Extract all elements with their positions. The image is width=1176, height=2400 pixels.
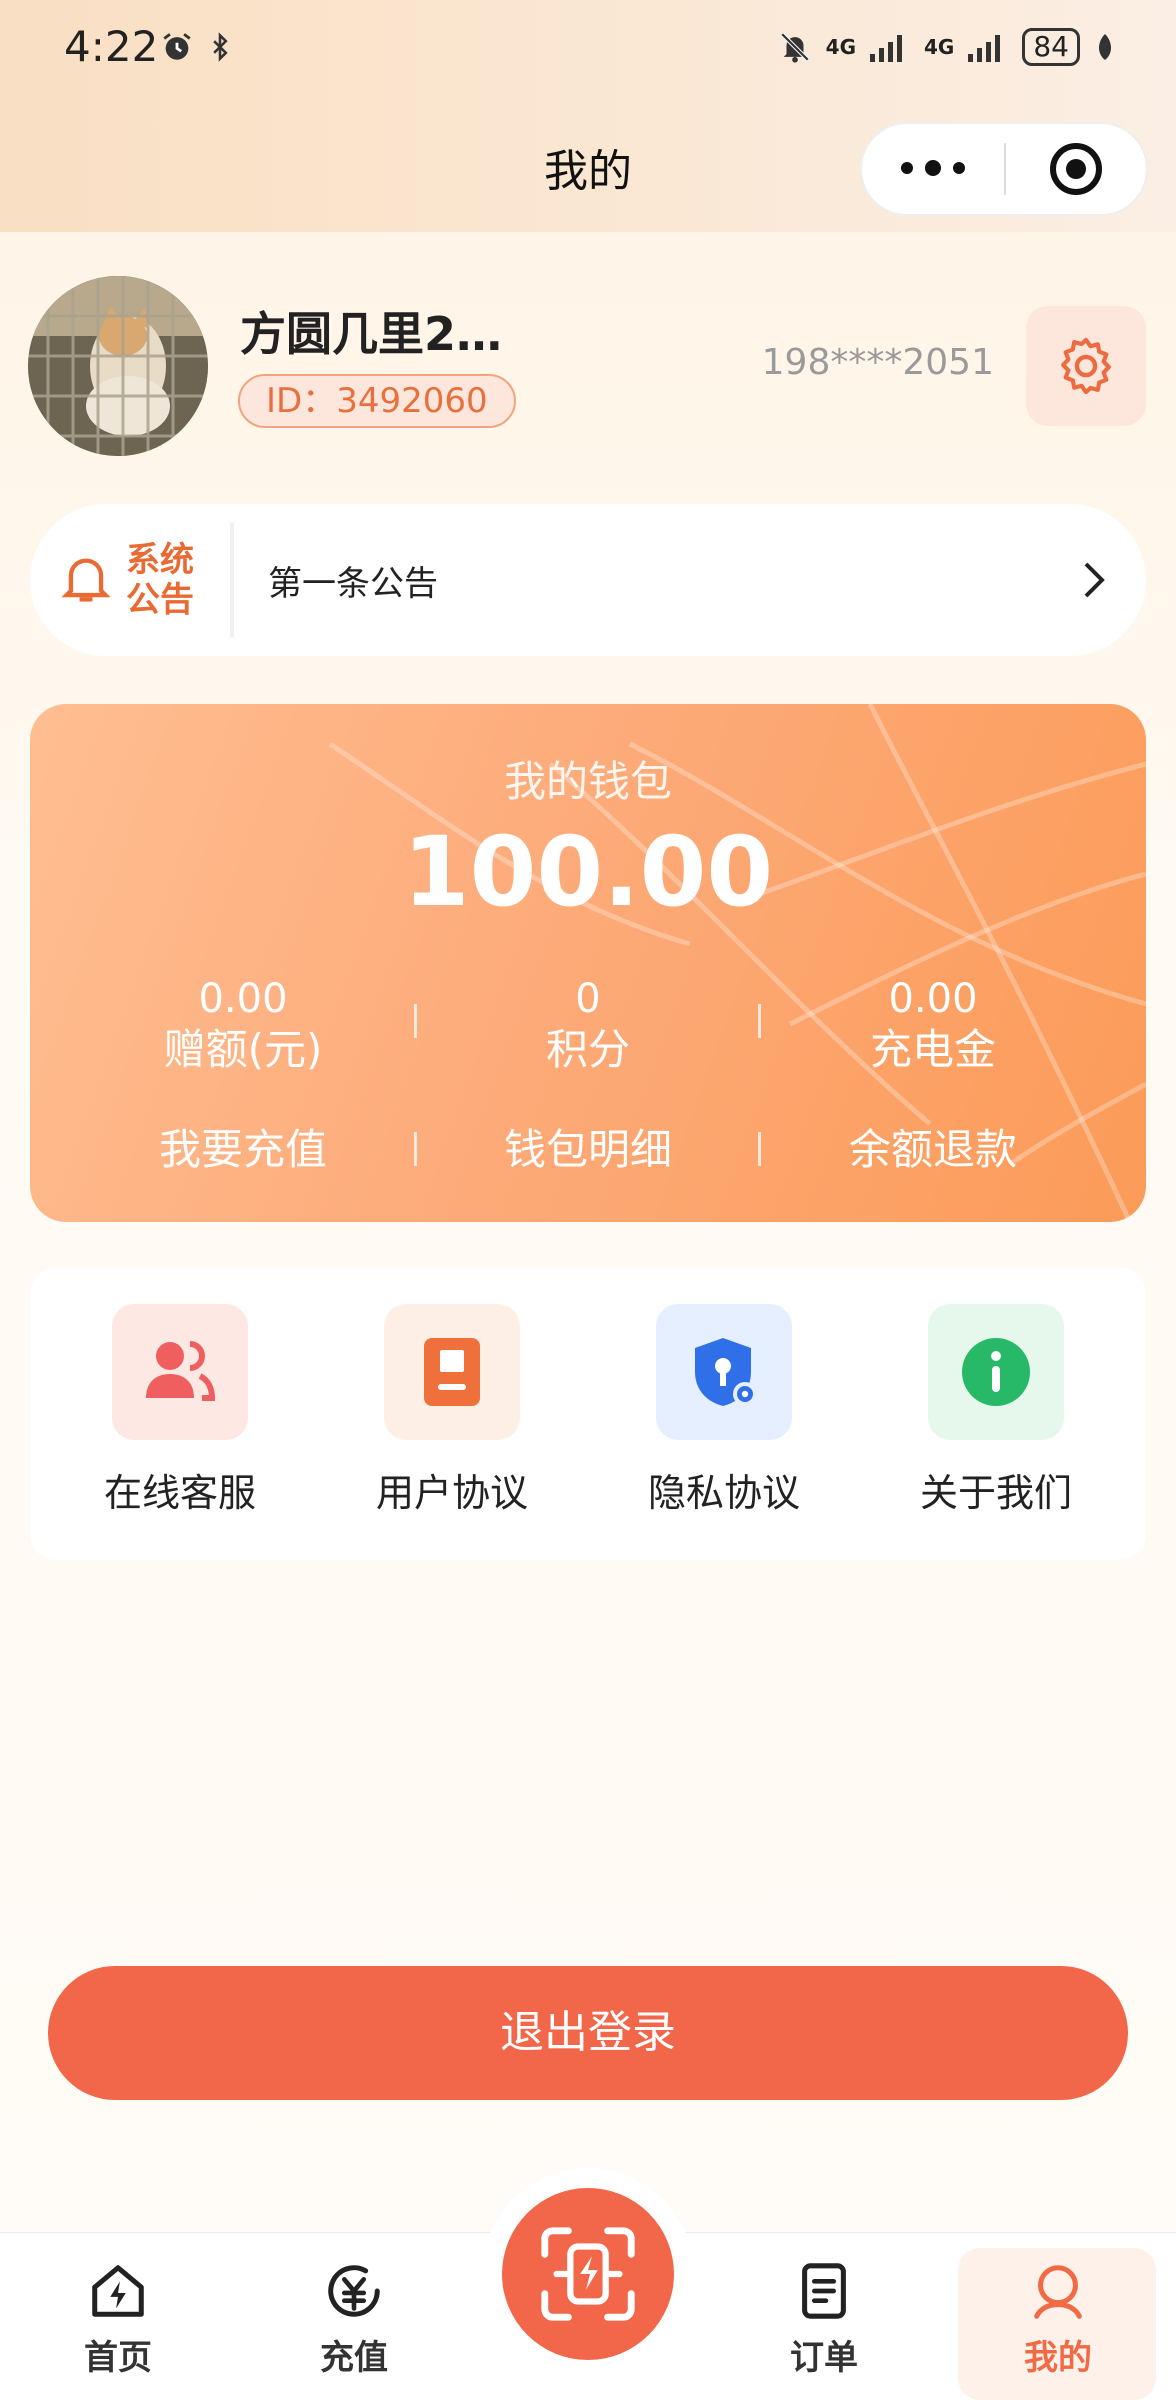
wallet-details-button[interactable]: 钱包明细 xyxy=(448,1116,728,1177)
service-menu: 在线客服 用户协议 隐私协议 关于我们 xyxy=(30,1268,1146,1560)
user-nickname: 方圆几里2… xyxy=(240,307,503,361)
settings-button[interactable] xyxy=(1026,306,1146,426)
tab-mine[interactable]: 我的 xyxy=(978,2260,1138,2379)
menu-item-about-us[interactable]: 关于我们 xyxy=(896,1304,1096,1517)
menu-item-customer-service[interactable]: 在线客服 xyxy=(80,1304,280,1517)
notice-label: 系统 公告 xyxy=(126,540,194,620)
stat-label: 赠额(元) xyxy=(163,1025,323,1074)
avatar[interactable] xyxy=(28,276,208,456)
stat-points[interactable]: 0 积分 xyxy=(448,974,728,1076)
action-divider xyxy=(414,1132,417,1166)
stat-divider xyxy=(414,1004,417,1038)
mute-bell-icon xyxy=(780,32,809,63)
wallet-balance: 100.00 xyxy=(402,816,774,928)
network-type-2: 4G xyxy=(924,35,955,59)
scan-charge-icon xyxy=(541,2227,635,2321)
signal-icon xyxy=(870,35,903,62)
recharge-button[interactable]: 我要充值 xyxy=(103,1116,383,1177)
avatar-image xyxy=(28,276,208,456)
tab-label: 订单 xyxy=(790,2338,858,2378)
more-dot-icon xyxy=(953,162,965,174)
tab-label: 我的 xyxy=(1024,2338,1092,2378)
close-miniapp-button[interactable] xyxy=(1006,141,1146,197)
order-icon xyxy=(802,2263,846,2319)
menu-label: 关于我们 xyxy=(919,1471,1072,1515)
chevron-right-icon xyxy=(1084,562,1105,598)
stat-divider xyxy=(758,1004,761,1038)
stat-value: 0 xyxy=(575,976,601,1022)
logout-button[interactable]: 退出登录 xyxy=(48,1966,1128,2100)
action-divider xyxy=(758,1132,761,1166)
miniapp-capsule xyxy=(860,122,1148,216)
tab-orders[interactable]: 订单 xyxy=(744,2260,904,2379)
document-icon xyxy=(424,1338,480,1406)
user-phone: 198****2051 xyxy=(761,342,994,383)
wallet-card: 我的钱包 100.00 0.00 赠额(元) 0 积分 0.00 充电金 我要充… xyxy=(30,704,1146,1222)
shield-lock-icon xyxy=(695,1338,757,1406)
menu-label: 在线客服 xyxy=(103,1471,256,1515)
user-id-badge: ID：3492060 xyxy=(238,374,516,428)
stat-value: 0.00 xyxy=(888,976,978,1022)
stat-charge-credit[interactable]: 0.00 充电金 xyxy=(793,974,1073,1076)
network-type-1: 4G xyxy=(825,35,857,59)
wallet-title: 我的钱包 xyxy=(503,757,672,806)
scan-charge-button[interactable] xyxy=(502,2188,674,2360)
gear-icon xyxy=(1061,337,1111,395)
menu-label: 用户协议 xyxy=(375,1471,528,1515)
user-icon xyxy=(1034,2265,1082,2319)
home-bolt-icon xyxy=(92,2265,144,2317)
bell-icon xyxy=(61,558,111,602)
tab-label: 首页 xyxy=(84,2338,152,2378)
alarm-icon xyxy=(163,33,191,60)
leaf-icon xyxy=(1099,34,1111,60)
more-button[interactable] xyxy=(862,160,1004,176)
tab-recharge[interactable]: 充值 xyxy=(274,2260,434,2379)
signal-icon xyxy=(968,35,1001,62)
status-time: 4:22 xyxy=(64,22,159,71)
stat-label: 充电金 xyxy=(869,1025,996,1074)
menu-item-user-agreement[interactable]: 用户协议 xyxy=(352,1304,552,1517)
tab-label: 充值 xyxy=(320,2338,388,2378)
system-notice-bar[interactable]: 系统 公告 第一条公告 xyxy=(30,504,1146,656)
bluetooth-icon xyxy=(213,32,228,62)
stat-value: 0.00 xyxy=(198,976,288,1022)
status-bar: 4:22 4G 4G 84 xyxy=(0,0,1176,100)
recharge-icon xyxy=(328,2265,380,2317)
tab-home[interactable]: 首页 xyxy=(38,2260,198,2379)
more-dot-icon xyxy=(901,162,913,174)
menu-label: 隐私协议 xyxy=(647,1471,800,1515)
stat-label: 积分 xyxy=(545,1025,630,1074)
refund-button[interactable]: 余额退款 xyxy=(793,1116,1073,1177)
notice-divider xyxy=(230,523,234,637)
info-icon xyxy=(962,1338,1030,1406)
target-icon xyxy=(1050,143,1102,195)
notice-text: 第一条公告 xyxy=(268,563,438,604)
customer-service-icon xyxy=(146,1341,216,1401)
stat-bonus[interactable]: 0.00 赠额(元) xyxy=(103,974,383,1076)
menu-item-privacy-policy[interactable]: 隐私协议 xyxy=(624,1304,824,1517)
more-dot-icon xyxy=(925,160,941,176)
battery-indicator: 84 xyxy=(1022,28,1080,66)
